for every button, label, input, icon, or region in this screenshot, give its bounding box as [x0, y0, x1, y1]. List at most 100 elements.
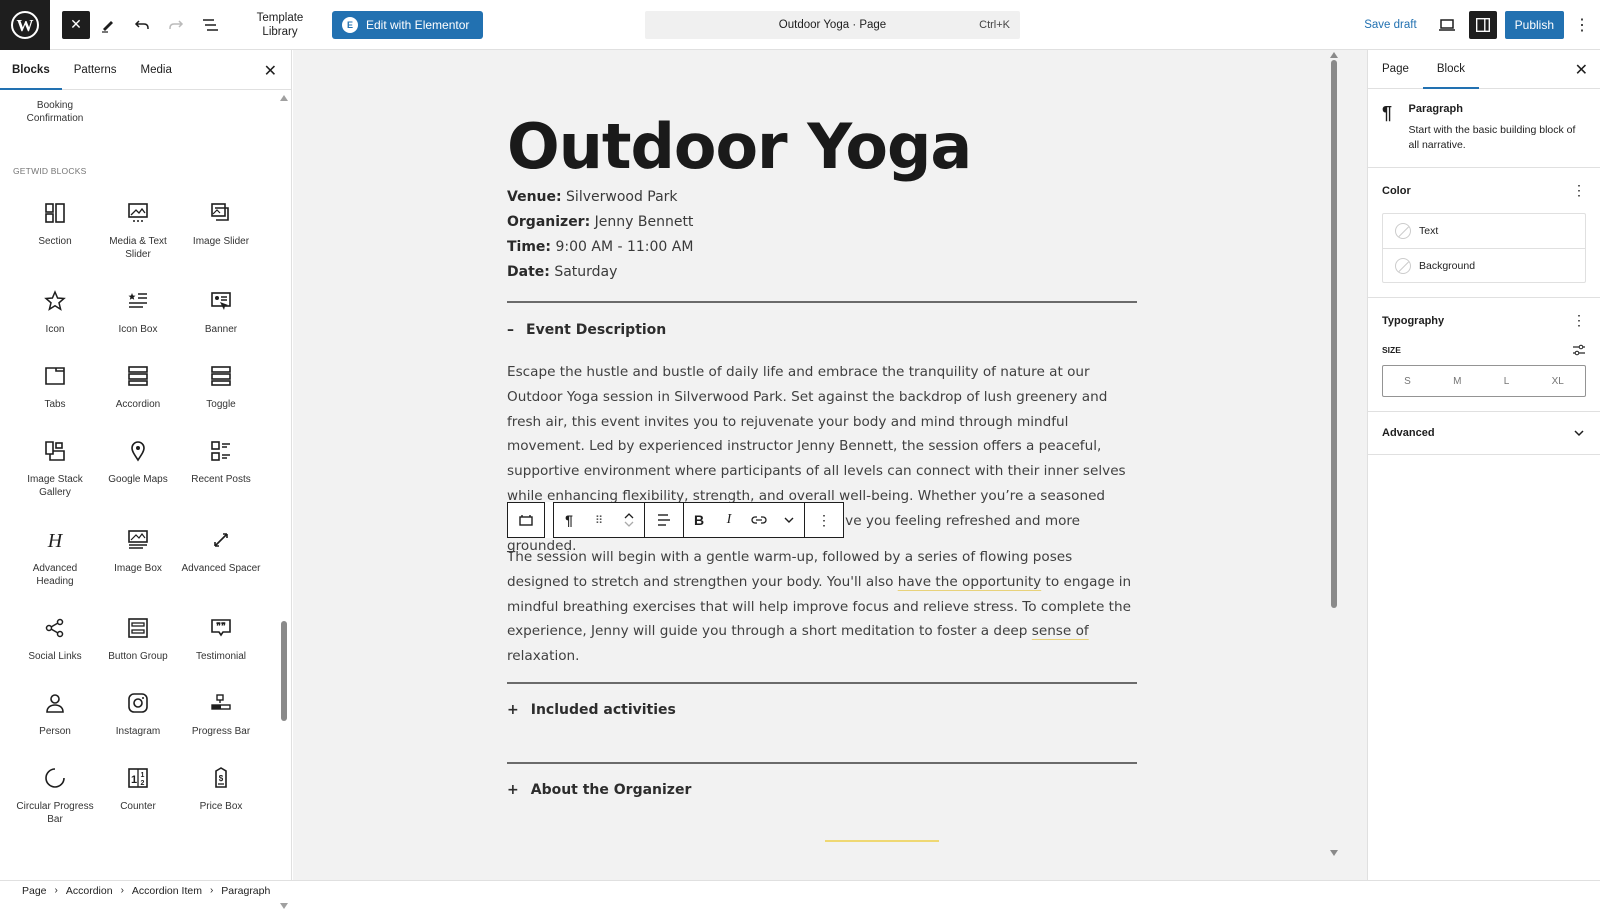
link-button[interactable]: [744, 503, 774, 537]
bold-button[interactable]: B: [684, 503, 714, 537]
more-formatting-button[interactable]: [774, 503, 804, 537]
inserter-scrollbar[interactable]: [280, 95, 288, 915]
scrollbar-thumb[interactable]: [1331, 60, 1337, 608]
breadcrumb-page[interactable]: Page: [22, 885, 47, 897]
share-icon: [13, 614, 97, 642]
text-color-button[interactable]: Text: [1383, 214, 1585, 248]
icon-box-icon: [96, 287, 180, 315]
color-options-button[interactable]: ⋮: [1572, 182, 1586, 199]
close-icon[interactable]: ✕: [264, 61, 277, 81]
background-color-button[interactable]: Background: [1383, 248, 1585, 282]
block-label: Testimonial: [195, 651, 247, 662]
move-up-down-button[interactable]: [614, 503, 644, 537]
tab-block[interactable]: Block: [1423, 50, 1479, 89]
preview-button[interactable]: [1433, 11, 1461, 39]
tab-media[interactable]: Media: [129, 50, 184, 90]
scroll-down-arrow[interactable]: [280, 903, 288, 909]
redo-button[interactable]: [160, 9, 192, 41]
block-item-recent-posts[interactable]: Recent Posts: [179, 437, 263, 486]
block-list: Booking Confirmation GETWID BLOCKS Secti…: [0, 91, 282, 871]
breadcrumb-accordion-item[interactable]: Accordion Item: [132, 885, 202, 897]
paragraph-block-selected[interactable]: The session will begin with a gentle war…: [507, 545, 1137, 669]
close-icon[interactable]: ✕: [1575, 60, 1588, 80]
scroll-down-arrow[interactable]: [1330, 850, 1338, 856]
block-item-image-box[interactable]: Image Box: [96, 526, 180, 575]
block-item-social-links[interactable]: Social Links: [13, 614, 97, 663]
size-m[interactable]: M: [1445, 376, 1469, 387]
accordion-divider: [507, 762, 1137, 764]
edit-with-elementor-button[interactable]: E Edit with Elementor: [332, 10, 484, 39]
size-l[interactable]: L: [1496, 376, 1518, 387]
block-item-section[interactable]: Section: [13, 199, 97, 248]
panel-title: Typography: [1382, 314, 1445, 327]
options-button[interactable]: ⋮: [1570, 11, 1594, 39]
tab-page[interactable]: Page: [1368, 50, 1423, 89]
close-inserter-button[interactable]: ✕: [62, 10, 90, 39]
block-item-google-maps[interactable]: Google Maps: [96, 437, 180, 486]
event-meta[interactable]: Venue: Silverwood Park Organizer: Jenny …: [507, 185, 693, 285]
breadcrumb-accordion[interactable]: Accordion: [66, 885, 113, 897]
page-title[interactable]: Outdoor Yoga: [507, 110, 972, 183]
size-s[interactable]: S: [1396, 376, 1419, 387]
document-overview-button[interactable]: [194, 9, 226, 41]
publish-button[interactable]: Publish: [1504, 11, 1564, 39]
meta-value: Silverwood Park: [566, 189, 678, 205]
format-group: B I: [684, 502, 805, 538]
block-item-icon[interactable]: Icon: [13, 287, 97, 336]
accordion-item-included-activities[interactable]: + Included activities: [507, 702, 676, 718]
block-item-media-text-slider[interactable]: Media & Text Slider: [96, 199, 180, 261]
template-library-button[interactable]: Template Library: [250, 11, 310, 39]
tab-blocks[interactable]: Blocks: [0, 50, 62, 90]
block-item-toggle[interactable]: Toggle: [179, 362, 263, 411]
accordion-title: Included activities: [530, 702, 676, 718]
block-item-tabs[interactable]: Tabs: [13, 362, 97, 411]
align-button[interactable]: [645, 503, 683, 537]
block-item-circular-progress-bar[interactable]: Circular Progress Bar: [13, 764, 97, 826]
scroll-up-arrow[interactable]: [280, 95, 288, 101]
block-booking-confirmation[interactable]: Booking Confirmation: [20, 99, 90, 125]
minus-icon: –: [507, 322, 514, 338]
scrollbar-thumb[interactable]: [281, 621, 287, 721]
block-item-button-group[interactable]: Button Group: [96, 614, 180, 663]
block-item-price-box[interactable]: $ Price Box: [179, 764, 263, 813]
block-options-button[interactable]: ⋮: [805, 503, 843, 537]
chevron-up-down-icon: [624, 513, 634, 527]
panel-title: Advanced: [1382, 427, 1435, 439]
settings-toggle-button[interactable]: [1468, 11, 1497, 39]
block-item-advanced-heading[interactable]: H Advanced Heading: [13, 526, 97, 588]
tools-button[interactable]: [92, 9, 124, 41]
select-parent-button[interactable]: [508, 503, 544, 537]
scroll-up-arrow[interactable]: [1330, 52, 1338, 58]
block-item-advanced-spacer[interactable]: Advanced Spacer: [179, 526, 263, 575]
block-item-icon-box[interactable]: Icon Box: [96, 287, 180, 336]
accordion-item-about-organizer[interactable]: + About the Organizer: [507, 782, 691, 798]
advanced-panel[interactable]: Advanced: [1368, 412, 1600, 455]
block-item-image-stack-gallery[interactable]: Image Stack Gallery: [13, 437, 97, 499]
block-label: Icon Box: [118, 324, 158, 335]
save-draft-button[interactable]: Save draft: [1364, 19, 1416, 31]
paragraph-icon: ¶: [1382, 103, 1393, 123]
wordpress-logo-button[interactable]: W: [0, 0, 50, 50]
command-palette-button[interactable]: Outdoor Yoga · Page Ctrl+K: [645, 11, 1020, 39]
block-item-testimonial[interactable]: ❞❞ Testimonial: [179, 614, 263, 663]
accordion-item-event-description[interactable]: – Event Description: [507, 322, 666, 338]
block-item-instagram[interactable]: Instagram: [96, 689, 180, 738]
block-item-person[interactable]: Person: [13, 689, 97, 738]
chevron-right-icon: ›: [120, 885, 124, 896]
block-item-accordion[interactable]: Accordion: [96, 362, 180, 411]
accordion-title: About the Organizer: [530, 782, 692, 798]
block-item-banner[interactable]: Banner: [179, 287, 263, 336]
block-item-counter[interactable]: 1 1 2 Counter: [96, 764, 180, 813]
size-xl[interactable]: XL: [1544, 376, 1572, 387]
svg-text:1: 1: [131, 774, 137, 786]
tab-patterns[interactable]: Patterns: [62, 50, 129, 90]
block-item-image-slider[interactable]: Image Slider: [179, 199, 263, 248]
canvas-scrollbar[interactable]: [1329, 50, 1339, 880]
italic-button[interactable]: I: [714, 503, 744, 537]
custom-size-icon[interactable]: [1572, 343, 1586, 357]
typography-options-button[interactable]: ⋮: [1572, 312, 1586, 329]
undo-button[interactable]: [126, 9, 158, 41]
block-type-button[interactable]: ¶: [554, 503, 584, 537]
drag-handle[interactable]: ⠿: [584, 503, 614, 537]
block-item-progress-bar[interactable]: Progress Bar: [179, 689, 263, 738]
